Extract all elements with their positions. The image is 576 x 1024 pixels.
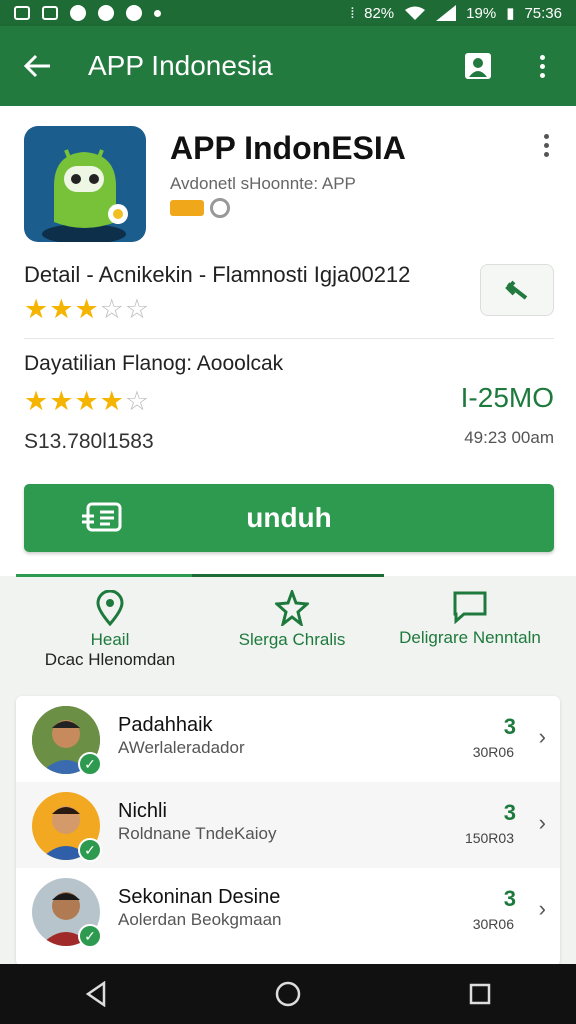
triangle-back-icon — [85, 981, 106, 1007]
more-vert-icon — [543, 134, 549, 164]
downloads-count: S13.780l1583 — [24, 430, 154, 453]
nav-home-button[interactable] — [258, 970, 318, 1018]
cell-signal-icon — [436, 5, 457, 21]
list-item-name: Sekoninan Desine — [118, 886, 281, 908]
more-vert-icon — [539, 54, 545, 78]
square-recents-icon — [469, 983, 491, 1005]
rating-stars-secondary: ★ ★ ★ ★ ☆ — [24, 388, 149, 415]
download-label: unduh — [246, 502, 332, 533]
list-item[interactable]: ✓ Sekoninan Desine Aolerdan Beokgmaan 3 … — [16, 868, 560, 954]
list-item-score: 3 — [503, 800, 516, 825]
card-overflow-button[interactable] — [534, 134, 558, 164]
app-detail-card: APP IndonESIA Avdonetl sHoonnte: APP Det… — [0, 106, 576, 576]
list-item-count: 30R06 — [472, 916, 514, 932]
account-icon — [465, 53, 491, 79]
sync-icon — [70, 5, 86, 21]
system-nav-bar — [0, 964, 576, 1024]
signal-text: 82% — [364, 4, 395, 22]
rating-stars-primary: ★ ★ ★ ☆ ☆ — [24, 296, 149, 323]
app-size: I-25MO — [460, 382, 554, 413]
arrow-back-icon — [24, 54, 50, 78]
account-button[interactable] — [458, 46, 498, 86]
music-icon — [98, 5, 114, 21]
gallery-icon — [14, 6, 30, 20]
app-logo — [24, 126, 146, 242]
link-icon — [505, 280, 528, 300]
star-empty-icon: ☆ — [124, 386, 150, 416]
list-item-name: Padahhaik — [118, 714, 213, 736]
sim-icon — [42, 6, 58, 20]
globe-icon — [210, 198, 230, 218]
star-filled-icon: ★ — [74, 386, 99, 416]
coins-icon — [170, 200, 204, 216]
list-item-score: 3 — [503, 886, 516, 911]
category-text: Dayatilian Flanog: Aooolcak — [24, 352, 284, 375]
star-empty-icon: ☆ — [99, 294, 124, 324]
star-filled-icon: ★ — [99, 386, 124, 416]
developer-list: ✓ Padahhaik AWerlaleradador 3 30R06 › ✓ … — [16, 696, 560, 966]
verified-check-icon: ✓ — [78, 924, 102, 948]
tab-charts-label: Slerga Chralis — [238, 630, 346, 649]
update-time: 49:23 00am — [464, 428, 554, 447]
chevron-right-icon: › — [538, 896, 546, 921]
list-item-name: Nichli — [118, 800, 167, 822]
location-icon — [126, 5, 142, 21]
download-icon — [82, 502, 122, 532]
star-outline-icon — [275, 590, 309, 626]
tab-overview-label: Heail — [90, 630, 130, 649]
wifi-icon — [405, 6, 426, 20]
tab-reviews[interactable]: Deligrare Nenntaln — [380, 590, 560, 648]
list-item[interactable]: ✓ Padahhaik AWerlaleradador 3 30R06 › — [16, 696, 560, 782]
verified-check-icon: ✓ — [78, 752, 102, 776]
verified-check-icon: ✓ — [78, 838, 102, 862]
star-empty-icon: ☆ — [124, 294, 150, 324]
back-button[interactable] — [14, 42, 62, 90]
list-item-count: 30R06 — [472, 744, 514, 760]
list-item-score: 3 — [503, 714, 516, 739]
nav-back-button[interactable] — [66, 970, 126, 1018]
tab-overview[interactable]: Heail Dcac Hlenomdan — [16, 590, 204, 670]
app-bar-title: APP Indonesia — [88, 50, 273, 81]
app-name: APP IndonESIA — [170, 130, 406, 166]
download-button[interactable]: unduh — [24, 484, 554, 552]
status-bar: ⦙ 82% 19% ▮ 75:36 — [0, 0, 576, 26]
overflow-menu-button[interactable] — [522, 46, 562, 86]
divider — [24, 338, 554, 339]
list-item-count: 150R03 — [464, 830, 514, 846]
app-bar: APP Indonesia — [0, 26, 576, 106]
star-filled-icon: ★ — [49, 386, 74, 416]
list-item-role: AWerlaleradador — [118, 738, 245, 757]
chat-bubble-icon — [453, 591, 487, 624]
circle-home-icon — [275, 981, 301, 1007]
share-button[interactable] — [480, 264, 554, 316]
star-filled-icon: ★ — [49, 294, 74, 324]
tabs-indicator — [192, 574, 384, 577]
detail-text: Detail - Acnikekin - Flamnosti Igja00212 — [24, 262, 411, 287]
chevron-right-icon: › — [538, 810, 546, 835]
chevron-right-icon: › — [538, 724, 546, 749]
vibrate-icon: ⦙ — [350, 4, 355, 22]
list-item[interactable]: ✓ Nichli Roldnane TndeKaioy 3 150R03 › — [16, 782, 560, 868]
list-item-role: Aolerdan Beokgmaan — [118, 910, 282, 929]
tab-reviews-label: Deligrare Nenntaln — [399, 628, 541, 647]
app-developer: Avdonetl sHoonnte: APP — [170, 174, 356, 193]
list-item-role: Roldnane TndeKaioy — [118, 824, 277, 843]
star-filled-icon: ★ — [24, 294, 49, 324]
battery-icon: ▮ — [506, 5, 515, 22]
clock: 75:36 — [524, 4, 562, 22]
notification-dot-icon — [154, 9, 161, 17]
battery-text: 19% — [466, 4, 497, 22]
star-filled-icon: ★ — [24, 386, 49, 416]
tab-charts[interactable]: Slerga Chralis — [204, 590, 380, 650]
nav-recents-button[interactable] — [450, 970, 510, 1018]
tab-overview-sublabel: Dcac Hlenomdan — [44, 650, 176, 669]
star-filled-icon: ★ — [74, 294, 99, 324]
location-pin-icon — [96, 590, 124, 626]
